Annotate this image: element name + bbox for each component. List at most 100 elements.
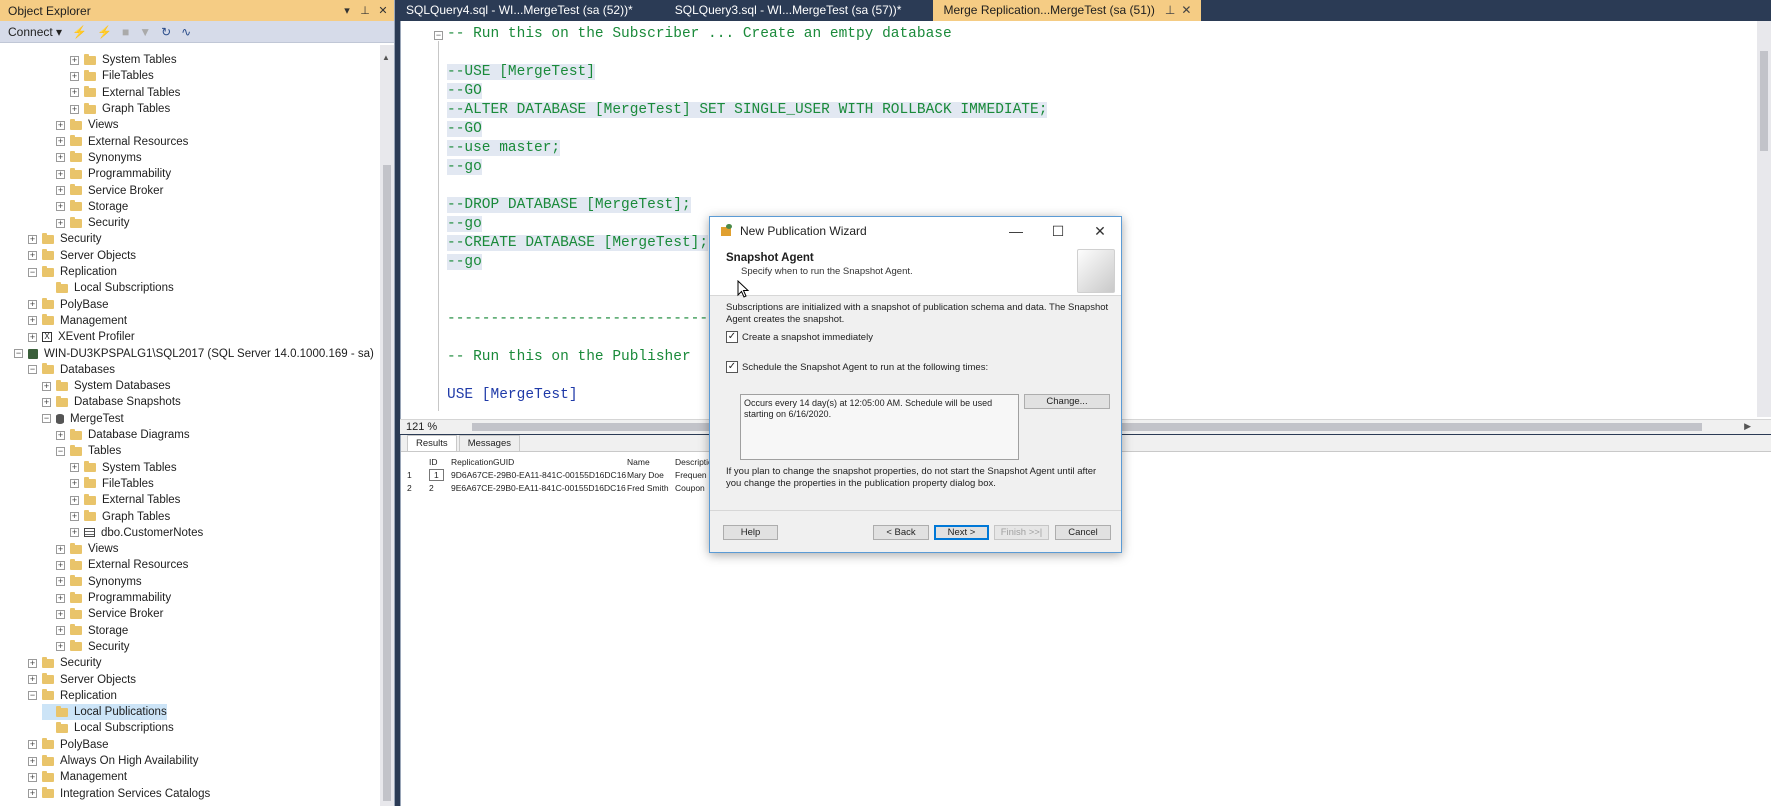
tree-node[interactable]: − Databases [28, 362, 115, 378]
tree-node[interactable]: + Security [56, 639, 130, 655]
tree-node[interactable]: + Server Objects [28, 248, 136, 264]
expand-icon[interactable]: + [70, 55, 79, 65]
tree-node[interactable]: + Storage [56, 623, 128, 639]
tree-node[interactable]: − MergeTest [42, 411, 124, 427]
collapse-icon[interactable]: − [28, 691, 37, 701]
column-header[interactable]: ID [429, 457, 451, 467]
zoom-level[interactable]: 121 % [400, 421, 460, 433]
collapse-icon[interactable]: − [28, 365, 37, 375]
tree-node[interactable]: + Service Broker [56, 606, 163, 622]
expand-icon[interactable]: + [70, 495, 79, 505]
expand-icon[interactable]: + [28, 756, 37, 766]
connect-button[interactable]: Connect ▾ [8, 25, 62, 39]
expand-icon[interactable]: + [56, 642, 65, 652]
schedule-checkbox[interactable]: ✓ [726, 361, 738, 373]
document-tab[interactable]: Merge Replication...MergeTest (sa (51)) ⊥… [933, 0, 1202, 21]
expand-icon[interactable]: + [70, 463, 79, 473]
tree-node[interactable]: + Database Diagrams [56, 427, 190, 443]
expand-icon[interactable]: + [28, 772, 37, 782]
finish-button[interactable]: Finish >>| [994, 525, 1049, 540]
tree-node[interactable]: + Security [56, 215, 130, 231]
tree-node[interactable]: + FileTables [70, 68, 154, 84]
expand-icon[interactable]: + [56, 577, 65, 587]
tree-node[interactable]: + Management [28, 313, 127, 329]
close-icon[interactable]: ✕ [1079, 223, 1121, 240]
tree-node[interactable]: + External Tables [70, 492, 180, 508]
tree-node[interactable]: + External Tables [70, 85, 180, 101]
tree-node[interactable]: + Programmability [56, 166, 171, 182]
scrollbar-thumb[interactable] [383, 165, 391, 801]
editor-vertical-scrollbar[interactable] [1757, 21, 1771, 417]
expand-icon[interactable]: + [70, 512, 79, 522]
activity-monitor-icon[interactable]: ∿ [181, 25, 191, 39]
table-cell[interactable]: Mary Doe [627, 470, 675, 480]
tree-node[interactable]: + Security [28, 231, 102, 247]
code-line[interactable]: -- Run this on the Subscriber ... Create… [447, 25, 1047, 44]
maximize-icon[interactable]: ☐ [1037, 223, 1079, 240]
tree-node[interactable]: Local Subscriptions [42, 720, 174, 736]
column-header[interactable]: ReplicationGUID [451, 457, 627, 467]
pin-icon[interactable]: ⊥ [358, 4, 372, 17]
expand-icon[interactable]: + [56, 169, 65, 179]
expand-icon[interactable]: + [70, 104, 79, 114]
close-icon[interactable]: ✕ [1181, 3, 1191, 17]
expand-icon[interactable]: + [28, 789, 37, 799]
tree-node[interactable]: + Security [28, 655, 102, 671]
expand-icon[interactable]: + [56, 137, 65, 147]
expand-icon[interactable]: + [56, 430, 65, 440]
tree-node[interactable]: + Always On High Availability [28, 753, 199, 769]
table-row[interactable]: 1 1 9D6A67CE-29B0-EA11-841C-00155D16DC16 Ma… [407, 468, 735, 481]
tree-node[interactable]: + Views [56, 117, 118, 133]
tree-node[interactable]: + Synonyms [56, 574, 142, 590]
tree-node[interactable]: + System Tables [70, 52, 177, 68]
tree-node[interactable]: + PolyBase [28, 737, 109, 753]
expand-icon[interactable]: + [56, 626, 65, 636]
table-cell[interactable]: 1 [407, 470, 429, 480]
expand-icon[interactable]: + [28, 658, 37, 668]
change-button[interactable]: Change... [1024, 394, 1110, 409]
document-tab[interactable]: SQLQuery4.sql - WI...MergeTest (sa (52))… [396, 0, 643, 21]
cancel-button[interactable]: Cancel [1055, 525, 1111, 540]
next-button[interactable]: Next > [934, 525, 989, 540]
help-button[interactable]: Help [723, 525, 778, 540]
tree-node[interactable]: + FileTables [70, 476, 154, 492]
table-cell[interactable]: 2 [429, 483, 451, 493]
code-line[interactable]: --go [447, 158, 1047, 177]
tree-node[interactable]: − Tables [56, 443, 121, 459]
code-line[interactable]: --GO [447, 82, 1047, 101]
table-cell[interactable]: 9E6A67CE-29B0-EA11-841C-00155D16DC16 [451, 483, 627, 493]
collapse-icon[interactable]: − [42, 414, 51, 424]
scrollbar-thumb[interactable] [1760, 51, 1768, 151]
tab-results[interactable]: Results [407, 435, 457, 451]
tree-node[interactable]: + System Tables [70, 460, 177, 476]
table-cell[interactable]: 1 [429, 468, 451, 481]
create-snapshot-label[interactable]: Create a snapshot immediately [742, 332, 873, 343]
code-line[interactable]: --GO [447, 120, 1047, 139]
code-line[interactable]: --ALTER DATABASE [MergeTest] SET SINGLE_… [447, 101, 1048, 120]
document-tab[interactable]: SQLQuery3.sql - WI...MergeTest (sa (57))… [665, 0, 912, 21]
collapse-icon[interactable]: − [56, 446, 65, 456]
back-button[interactable]: < Back [873, 525, 929, 540]
dropdown-icon[interactable]: ▾ [340, 4, 354, 17]
expand-icon[interactable]: + [70, 88, 79, 98]
tree-node[interactable]: Local Subscriptions [42, 280, 174, 296]
tree-node[interactable]: Local Publications [42, 704, 167, 721]
expand-icon[interactable]: + [56, 153, 65, 163]
code-line[interactable] [447, 177, 1047, 196]
expand-icon[interactable]: + [56, 560, 65, 570]
table-row[interactable]: 2 2 9E6A67CE-29B0-EA11-841C-00155D16DC16 Fr… [407, 481, 735, 494]
tree-node[interactable]: + External Resources [56, 557, 188, 573]
expand-icon[interactable]: + [56, 593, 65, 603]
tree-node[interactable]: + PolyBase [28, 297, 109, 313]
tree-node[interactable]: + Service Broker [56, 182, 163, 198]
expand-icon[interactable]: + [28, 316, 37, 326]
code-line[interactable]: --use master; [447, 139, 1047, 158]
expand-icon[interactable]: + [56, 218, 65, 228]
pin-icon[interactable]: ⊥ [1165, 3, 1175, 17]
table-cell[interactable]: Fred Smith [627, 483, 675, 493]
expand-icon[interactable]: + [56, 120, 65, 130]
disconnect-icon[interactable]: ⚡ [97, 25, 112, 39]
collapse-icon[interactable]: − [14, 349, 23, 359]
expand-icon[interactable]: + [56, 609, 65, 619]
tree-node[interactable]: − WIN-DU3KPSPALG1\SQL2017 (SQL Server 14.… [14, 345, 374, 361]
